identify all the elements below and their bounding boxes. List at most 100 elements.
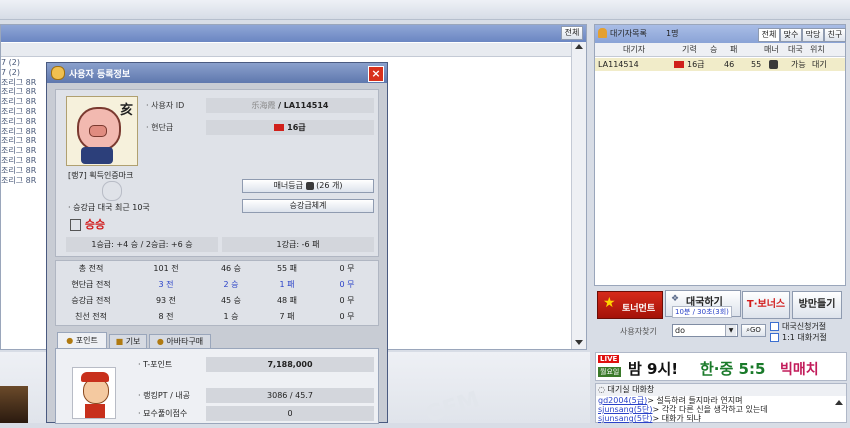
tpoint-value: 7,188,000 bbox=[206, 357, 374, 372]
column-header[interactable]: 위치 bbox=[810, 43, 825, 56]
dialog-title-bar: 사용자 등록정보 × bbox=[47, 63, 387, 83]
user-info-icon bbox=[51, 66, 65, 80]
character-avatar bbox=[72, 367, 116, 419]
banner-match: 빅매치 bbox=[780, 362, 819, 378]
tab-rival[interactable]: 맞수 bbox=[780, 28, 802, 42]
room-list-column-header bbox=[1, 43, 571, 57]
live-badge: LIVE bbox=[598, 355, 620, 363]
user-info-dialog: 사용자 등록정보 × 亥 · 사용자 ID 乐海霞 / LA114514 · 현… bbox=[46, 62, 388, 424]
play-icon: ❖ bbox=[671, 294, 680, 304]
close-icon[interactable]: × bbox=[368, 66, 384, 82]
promo-result: 승승 bbox=[70, 216, 105, 232]
star-icon: ★ bbox=[603, 295, 616, 311]
room-filter-all-button[interactable]: 전체 bbox=[561, 26, 583, 40]
thumbs-up-icon bbox=[769, 60, 778, 69]
player-wins: 46 bbox=[724, 60, 735, 69]
chat-line: sjunsang(5단)> 대화가 되냐 bbox=[598, 414, 702, 423]
search-go-button[interactable]: ⌕GO bbox=[741, 324, 766, 337]
character-body bbox=[85, 404, 105, 418]
chat-title: ◌ 대기실 대화창 bbox=[596, 384, 846, 396]
reject-game-checkbox[interactable] bbox=[770, 322, 779, 331]
t-bonus-button[interactable]: T·보너스 bbox=[742, 291, 790, 319]
ranking-label: · 랭킹PT / 내공 bbox=[138, 391, 191, 400]
chat-user-link[interactable]: gd2004(5급) bbox=[598, 396, 647, 405]
column-header[interactable]: 대기자 bbox=[623, 43, 645, 56]
chat-scroll-up-icon[interactable] bbox=[835, 400, 843, 405]
manner-grade-button[interactable]: 매너등급 (26 개) bbox=[242, 179, 374, 193]
badge-caption: [랭7] 획득인증마크 bbox=[68, 171, 134, 180]
tab-all[interactable]: 전체 bbox=[758, 28, 780, 42]
player-status: 가능 bbox=[791, 60, 806, 69]
column-header[interactable]: 매너 bbox=[764, 43, 779, 56]
board-icon: ■ bbox=[115, 337, 124, 346]
avatar: 亥 bbox=[66, 96, 138, 166]
avatar-shop-icon: ● bbox=[156, 337, 164, 346]
dialog-title: 사용자 등록정보 bbox=[69, 70, 131, 80]
reject-chat-label: 1:1 대화거절 bbox=[782, 333, 827, 342]
waiting-list-row[interactable]: LA114514 16급 46 55 가능 대기 bbox=[595, 58, 845, 71]
people-icon bbox=[598, 28, 607, 38]
china-flag-icon bbox=[674, 61, 684, 68]
player-rank: 16급 bbox=[687, 60, 705, 69]
column-header[interactable]: 기력 bbox=[682, 43, 697, 56]
promo-recent-label: · 승강급 대국 최근 10국 bbox=[68, 203, 150, 212]
banner-teams: 한·중 5:5 bbox=[700, 360, 766, 378]
chat-user-link[interactable]: sjunsang(5단) bbox=[598, 414, 652, 423]
tab-avatar-shop[interactable]: ● 아바타구매 bbox=[149, 334, 211, 348]
user-id-label: · 사용자 ID bbox=[146, 101, 185, 110]
tournament-button[interactable]: ★ 토너먼트 bbox=[597, 291, 663, 319]
waiting-count: 1명 bbox=[666, 29, 679, 38]
make-room-button[interactable]: 방만들기 bbox=[792, 291, 842, 319]
rank-value: 16급 bbox=[206, 120, 374, 135]
dropdown-arrow-icon[interactable]: ▼ bbox=[725, 325, 736, 336]
waiting-list-panel: 대기자목록 1명 전체 맞수 막당 친구 대기자 기력 승 패 매너 대국 위치… bbox=[594, 24, 846, 286]
play-time-setting: 10분 / 30초(3회) bbox=[672, 306, 732, 318]
user-search-input[interactable]: do ▼ bbox=[672, 324, 738, 337]
record-row-promotion: 승강급 전적 93 전 45 승 48 패 0 무 bbox=[71, 296, 355, 305]
room-list-scrollbar[interactable] bbox=[571, 42, 586, 349]
record-book-icon bbox=[70, 219, 81, 231]
promotion-system-button[interactable]: 승강급체계 bbox=[242, 199, 374, 213]
tab-points[interactable]: ● 포인트 bbox=[57, 332, 107, 348]
pig-snout bbox=[89, 125, 107, 137]
record-row-total: 총 전적 101 전 46 승 55 패 0 무 bbox=[78, 264, 355, 273]
room-list-header: 전체 bbox=[1, 25, 586, 42]
chat-user-link[interactable]: sjunsang(5단) bbox=[598, 405, 652, 414]
chat-bubble-icon: ◌ bbox=[598, 385, 605, 394]
column-header[interactable]: 대국 bbox=[788, 43, 803, 56]
china-flag-icon bbox=[274, 124, 285, 131]
record-row-friendly: 친선 전적 8 전 1 승 7 패 0 무 bbox=[75, 312, 355, 321]
thumbs-up-icon bbox=[305, 181, 314, 190]
chat-messages: gd2004(5급)> 설득하려 들지마라 연지며 sjunsang(5단)> … bbox=[598, 396, 828, 423]
tab-friends[interactable]: 친구 bbox=[824, 28, 846, 42]
reject-game-label: 대국신청거절 bbox=[782, 322, 827, 331]
coin-icon: ● bbox=[66, 336, 74, 345]
zodiac-character: 亥 bbox=[119, 103, 133, 118]
live-banner[interactable]: LIVE 월요일 밤 9시! 한·중 5:5 빅매치 bbox=[595, 352, 847, 381]
banner-time: 밤 9시! bbox=[628, 360, 679, 378]
left-bottom-thumbnail bbox=[0, 386, 28, 423]
records-table: 총 전적 101 전 46 승 55 패 0 무 현단급 전적 3 전 2 승 … bbox=[55, 260, 379, 326]
banner-day: 월요일 bbox=[598, 367, 622, 377]
scroll-up-arrow-icon[interactable] bbox=[575, 44, 583, 49]
reject-chat-checkbox[interactable] bbox=[770, 333, 779, 342]
hidden-score-value: 0 bbox=[206, 406, 374, 421]
play-game-button[interactable]: ❖ 대국하기 10분 / 30초(3회) bbox=[665, 290, 741, 318]
user-id-value: 乐海霞 / LA114514 bbox=[206, 98, 374, 113]
scroll-down-arrow-icon[interactable] bbox=[575, 340, 583, 345]
points-panel: · T-포인트 7,188,000 · 랭킹PT / 내공 3086 / 45.… bbox=[55, 348, 379, 424]
chat-line: sjunsang(5단)> 각각 다른 신을 생각하고 있는데 bbox=[598, 405, 768, 414]
chat-line: gd2004(5급)> 설득하려 들지마라 연지며 bbox=[598, 396, 743, 405]
promotion-rule-left: 1승급: +4 승 / 2승급: +6 승 bbox=[66, 237, 218, 252]
tpoint-label: · T-포인트 bbox=[138, 360, 173, 369]
column-header[interactable]: 승 bbox=[710, 43, 717, 56]
waiting-list-header: 대기자목록 1명 전체 맞수 막당 친구 bbox=[595, 25, 846, 43]
tab-game-records[interactable]: ■ 기보 bbox=[109, 334, 147, 348]
record-row-current: 현단급 전적 3 전 2 승 1 패 0 무 bbox=[71, 280, 355, 289]
tab-block[interactable]: 막당 bbox=[802, 28, 824, 42]
profile-section: 亥 · 사용자 ID 乐海霞 / LA114514 · 현단급 16급 [랭7]… bbox=[55, 89, 379, 257]
top-toolbar bbox=[0, 0, 850, 20]
column-header[interactable]: 패 bbox=[730, 43, 737, 56]
waiting-list-columns: 대기자 기력 승 패 매너 대국 위치 bbox=[595, 43, 845, 57]
pig-body bbox=[81, 147, 113, 164]
